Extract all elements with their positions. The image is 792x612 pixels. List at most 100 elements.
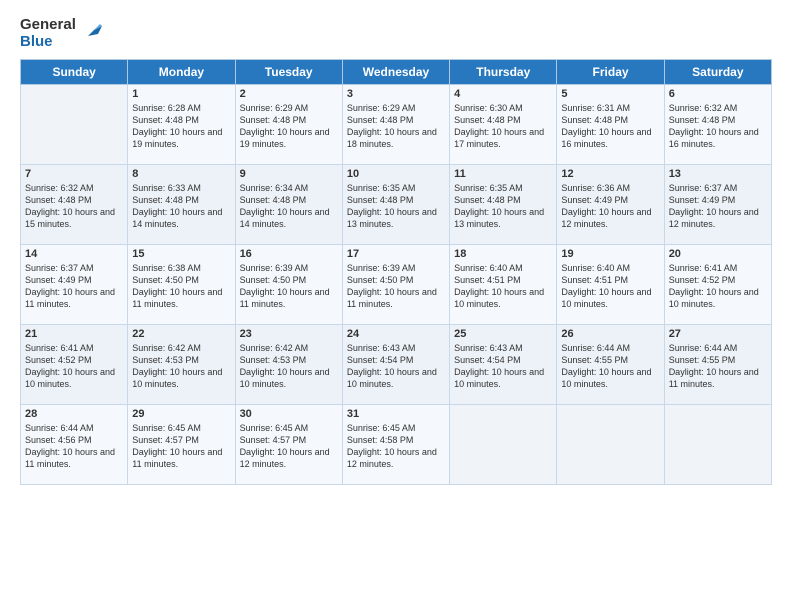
day-cell: 8 Sunrise: 6:33 AMSunset: 4:48 PMDaylight… bbox=[128, 164, 235, 244]
day-cell: 25 Sunrise: 6:43 AMSunset: 4:54 PMDayligh… bbox=[450, 324, 557, 404]
day-info: Sunrise: 6:40 AMSunset: 4:51 PMDaylight:… bbox=[454, 263, 544, 309]
day-info: Sunrise: 6:34 AMSunset: 4:48 PMDaylight:… bbox=[240, 183, 330, 229]
day-info: Sunrise: 6:45 AMSunset: 4:57 PMDaylight:… bbox=[240, 423, 330, 469]
day-info: Sunrise: 6:35 AMSunset: 4:48 PMDaylight:… bbox=[347, 183, 437, 229]
day-cell: 1 Sunrise: 6:28 AMSunset: 4:48 PMDaylight… bbox=[128, 84, 235, 164]
day-number: 29 bbox=[132, 408, 230, 420]
day-cell: 31 Sunrise: 6:45 AMSunset: 4:58 PMDayligh… bbox=[342, 404, 449, 484]
day-header-wednesday: Wednesday bbox=[342, 59, 449, 84]
day-number: 2 bbox=[240, 88, 338, 100]
day-cell: 12Sunrise: 6:36 AMSunset: 4:49 PMDayligh… bbox=[557, 164, 664, 244]
day-info: Sunrise: 6:37 AMSunset: 4:49 PMDaylight:… bbox=[669, 183, 759, 229]
day-number: 26 bbox=[561, 328, 659, 340]
day-cell: 30 Sunrise: 6:45 AMSunset: 4:57 PMDayligh… bbox=[235, 404, 342, 484]
day-number: 12 bbox=[561, 168, 659, 180]
day-cell: 13 Sunrise: 6:37 AMSunset: 4:49 PMDayligh… bbox=[664, 164, 771, 244]
day-cell: 28 Sunrise: 6:44 AMSunset: 4:56 PMDayligh… bbox=[21, 404, 128, 484]
day-info: Sunrise: 6:42 AMSunset: 4:53 PMDaylight:… bbox=[132, 343, 222, 389]
day-number: 13 bbox=[669, 168, 767, 180]
day-info: Sunrise: 6:32 AMSunset: 4:48 PMDaylight:… bbox=[25, 183, 115, 229]
day-cell: 27 Sunrise: 6:44 AMSunset: 4:55 PMDayligh… bbox=[664, 324, 771, 404]
day-info: Sunrise: 6:45 AMSunset: 4:57 PMDaylight:… bbox=[132, 423, 222, 469]
day-header-tuesday: Tuesday bbox=[235, 59, 342, 84]
day-info: Sunrise: 6:43 AMSunset: 4:54 PMDaylight:… bbox=[454, 343, 544, 389]
day-header-friday: Friday bbox=[557, 59, 664, 84]
day-number: 7 bbox=[25, 168, 123, 180]
day-number: 11 bbox=[454, 168, 552, 180]
day-cell bbox=[450, 404, 557, 484]
day-number: 28 bbox=[25, 408, 123, 420]
day-cell: 29 Sunrise: 6:45 AMSunset: 4:57 PMDayligh… bbox=[128, 404, 235, 484]
day-cell: 6 Sunrise: 6:32 AMSunset: 4:48 PMDaylight… bbox=[664, 84, 771, 164]
day-number: 18 bbox=[454, 248, 552, 260]
day-info: Sunrise: 6:30 AMSunset: 4:48 PMDaylight:… bbox=[454, 103, 544, 149]
day-number: 24 bbox=[347, 328, 445, 340]
week-row-5: 28 Sunrise: 6:44 AMSunset: 4:56 PMDayligh… bbox=[21, 404, 772, 484]
calendar-page: General Blue SundayMondayTuesdayWednesda… bbox=[0, 0, 792, 612]
day-number: 10 bbox=[347, 168, 445, 180]
day-info: Sunrise: 6:37 AMSunset: 4:49 PMDaylight:… bbox=[25, 263, 115, 309]
day-info: Sunrise: 6:44 AMSunset: 4:56 PMDaylight:… bbox=[25, 423, 115, 469]
day-number: 16 bbox=[240, 248, 338, 260]
day-number: 27 bbox=[669, 328, 767, 340]
day-cell: 20 Sunrise: 6:41 AMSunset: 4:52 PMDayligh… bbox=[664, 244, 771, 324]
header: General Blue bbox=[20, 16, 772, 51]
day-info: Sunrise: 6:33 AMSunset: 4:48 PMDaylight:… bbox=[132, 183, 222, 229]
week-row-1: 1 Sunrise: 6:28 AMSunset: 4:48 PMDaylight… bbox=[21, 84, 772, 164]
day-header-monday: Monday bbox=[128, 59, 235, 84]
day-header-saturday: Saturday bbox=[664, 59, 771, 84]
day-number: 22 bbox=[132, 328, 230, 340]
day-info: Sunrise: 6:41 AMSunset: 4:52 PMDaylight:… bbox=[25, 343, 115, 389]
day-cell: 16 Sunrise: 6:39 AMSunset: 4:50 PMDayligh… bbox=[235, 244, 342, 324]
day-number: 6 bbox=[669, 88, 767, 100]
day-cell bbox=[664, 404, 771, 484]
day-cell: 5 Sunrise: 6:31 AMSunset: 4:48 PMDaylight… bbox=[557, 84, 664, 164]
days-header-row: SundayMondayTuesdayWednesdayThursdayFrid… bbox=[21, 59, 772, 84]
day-number: 17 bbox=[347, 248, 445, 260]
day-info: Sunrise: 6:39 AMSunset: 4:50 PMDaylight:… bbox=[240, 263, 330, 309]
day-info: Sunrise: 6:41 AMSunset: 4:52 PMDaylight:… bbox=[669, 263, 759, 309]
day-number: 4 bbox=[454, 88, 552, 100]
day-info: Sunrise: 6:43 AMSunset: 4:54 PMDaylight:… bbox=[347, 343, 437, 389]
day-number: 1 bbox=[132, 88, 230, 100]
day-cell bbox=[557, 404, 664, 484]
day-cell: 3Sunrise: 6:29 AMSunset: 4:48 PMDaylight… bbox=[342, 84, 449, 164]
week-row-3: 14Sunrise: 6:37 AMSunset: 4:49 PMDayligh… bbox=[21, 244, 772, 324]
logo: General Blue bbox=[20, 16, 102, 51]
day-number: 19 bbox=[561, 248, 659, 260]
day-info: Sunrise: 6:45 AMSunset: 4:58 PMDaylight:… bbox=[347, 423, 437, 469]
day-number: 5 bbox=[561, 88, 659, 100]
day-info: Sunrise: 6:40 AMSunset: 4:51 PMDaylight:… bbox=[561, 263, 651, 309]
day-cell: 17 Sunrise: 6:39 AMSunset: 4:50 PMDayligh… bbox=[342, 244, 449, 324]
day-number: 15 bbox=[132, 248, 230, 260]
day-header-thursday: Thursday bbox=[450, 59, 557, 84]
day-cell: 19 Sunrise: 6:40 AMSunset: 4:51 PMDayligh… bbox=[557, 244, 664, 324]
day-number: 20 bbox=[669, 248, 767, 260]
day-info: Sunrise: 6:29 AMSunset: 4:48 PMDaylight:… bbox=[240, 103, 330, 149]
day-info: Sunrise: 6:35 AMSunset: 4:48 PMDaylight:… bbox=[454, 183, 544, 229]
day-info: Sunrise: 6:44 AMSunset: 4:55 PMDaylight:… bbox=[669, 343, 759, 389]
day-number: 31 bbox=[347, 408, 445, 420]
day-cell: 15 Sunrise: 6:38 AMSunset: 4:50 PMDayligh… bbox=[128, 244, 235, 324]
day-info: Sunrise: 6:28 AMSunset: 4:48 PMDaylight:… bbox=[132, 103, 222, 149]
day-number: 30 bbox=[240, 408, 338, 420]
day-info: Sunrise: 6:31 AMSunset: 4:48 PMDaylight:… bbox=[561, 103, 651, 149]
day-cell: 24 Sunrise: 6:43 AMSunset: 4:54 PMDayligh… bbox=[342, 324, 449, 404]
day-number: 23 bbox=[240, 328, 338, 340]
day-number: 25 bbox=[454, 328, 552, 340]
day-cell: 21 Sunrise: 6:41 AMSunset: 4:52 PMDayligh… bbox=[21, 324, 128, 404]
day-info: Sunrise: 6:29 AMSunset: 4:48 PMDaylight:… bbox=[347, 103, 437, 149]
day-cell: 23Sunrise: 6:42 AMSunset: 4:53 PMDayligh… bbox=[235, 324, 342, 404]
day-cell: 18 Sunrise: 6:40 AMSunset: 4:51 PMDayligh… bbox=[450, 244, 557, 324]
day-info: Sunrise: 6:38 AMSunset: 4:50 PMDaylight:… bbox=[132, 263, 222, 309]
logo-bird-icon bbox=[80, 22, 102, 44]
day-cell: 2 Sunrise: 6:29 AMSunset: 4:48 PMDaylight… bbox=[235, 84, 342, 164]
day-cell: 11 Sunrise: 6:35 AMSunset: 4:48 PMDayligh… bbox=[450, 164, 557, 244]
day-number: 21 bbox=[25, 328, 123, 340]
day-info: Sunrise: 6:39 AMSunset: 4:50 PMDaylight:… bbox=[347, 263, 437, 309]
day-info: Sunrise: 6:32 AMSunset: 4:48 PMDaylight:… bbox=[669, 103, 759, 149]
day-cell: 22 Sunrise: 6:42 AMSunset: 4:53 PMDayligh… bbox=[128, 324, 235, 404]
day-header-sunday: Sunday bbox=[21, 59, 128, 84]
day-number: 8 bbox=[132, 168, 230, 180]
day-cell: 7 Sunrise: 6:32 AMSunset: 4:48 PMDaylight… bbox=[21, 164, 128, 244]
